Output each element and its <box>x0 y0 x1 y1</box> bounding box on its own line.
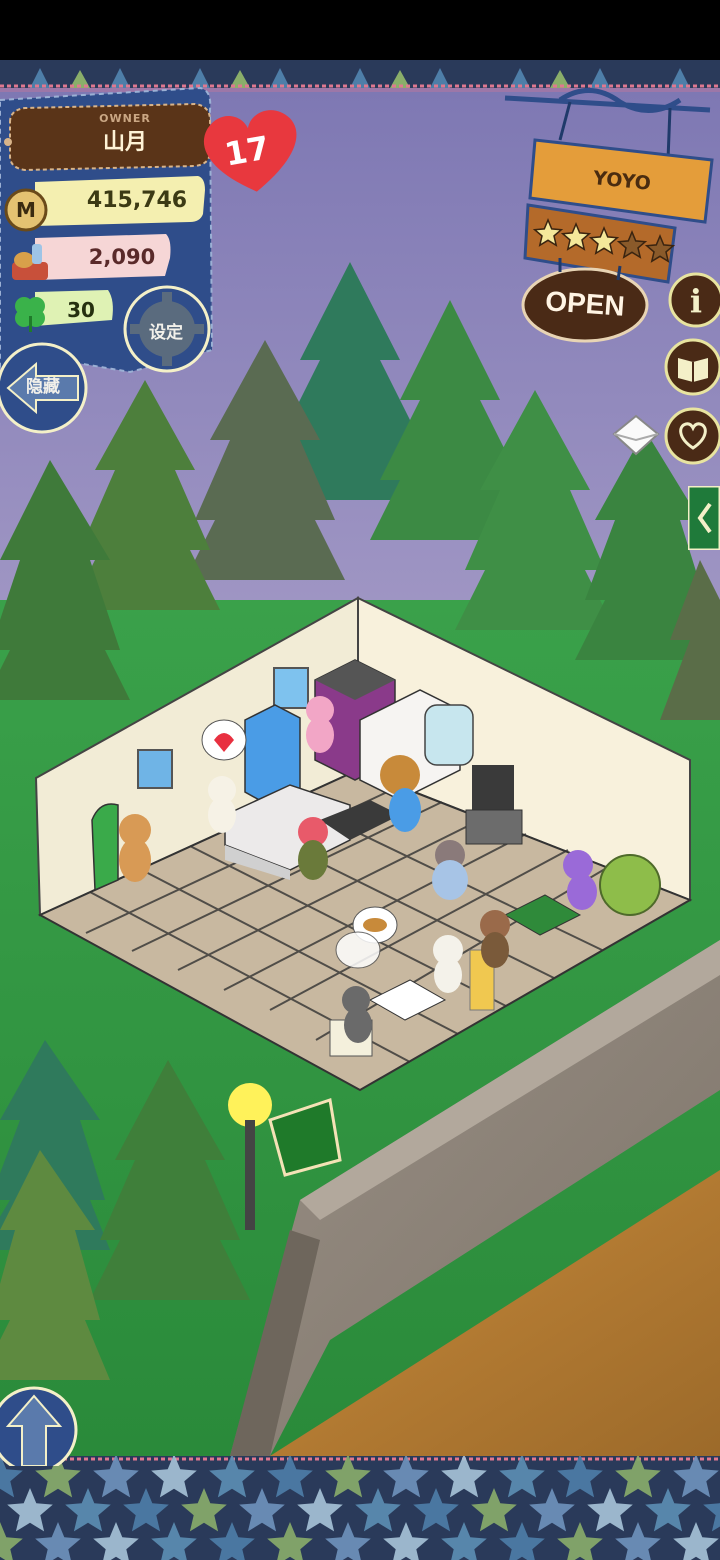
rating-star-filled <box>532 218 564 247</box>
recipe-book-icon[interactable] <box>664 338 720 396</box>
rating-star-empty <box>644 234 676 263</box>
rating-star-empty <box>616 230 648 259</box>
svg-text:i: i <box>690 282 702 320</box>
mail-icon[interactable] <box>610 410 662 460</box>
rating-star-filled <box>560 222 592 251</box>
star-border-bottom <box>0 1456 720 1560</box>
shop-rating <box>532 218 676 263</box>
info-icon[interactable]: i <box>668 272 720 328</box>
hide-button-label[interactable]: 隐藏 <box>8 372 78 397</box>
side-panel-arrow-icon[interactable] <box>688 486 720 550</box>
scroll-up-arrow-icon[interactable] <box>0 1386 86 1466</box>
heart-chat-icon[interactable] <box>664 406 720 466</box>
rating-star-filled <box>588 226 620 255</box>
